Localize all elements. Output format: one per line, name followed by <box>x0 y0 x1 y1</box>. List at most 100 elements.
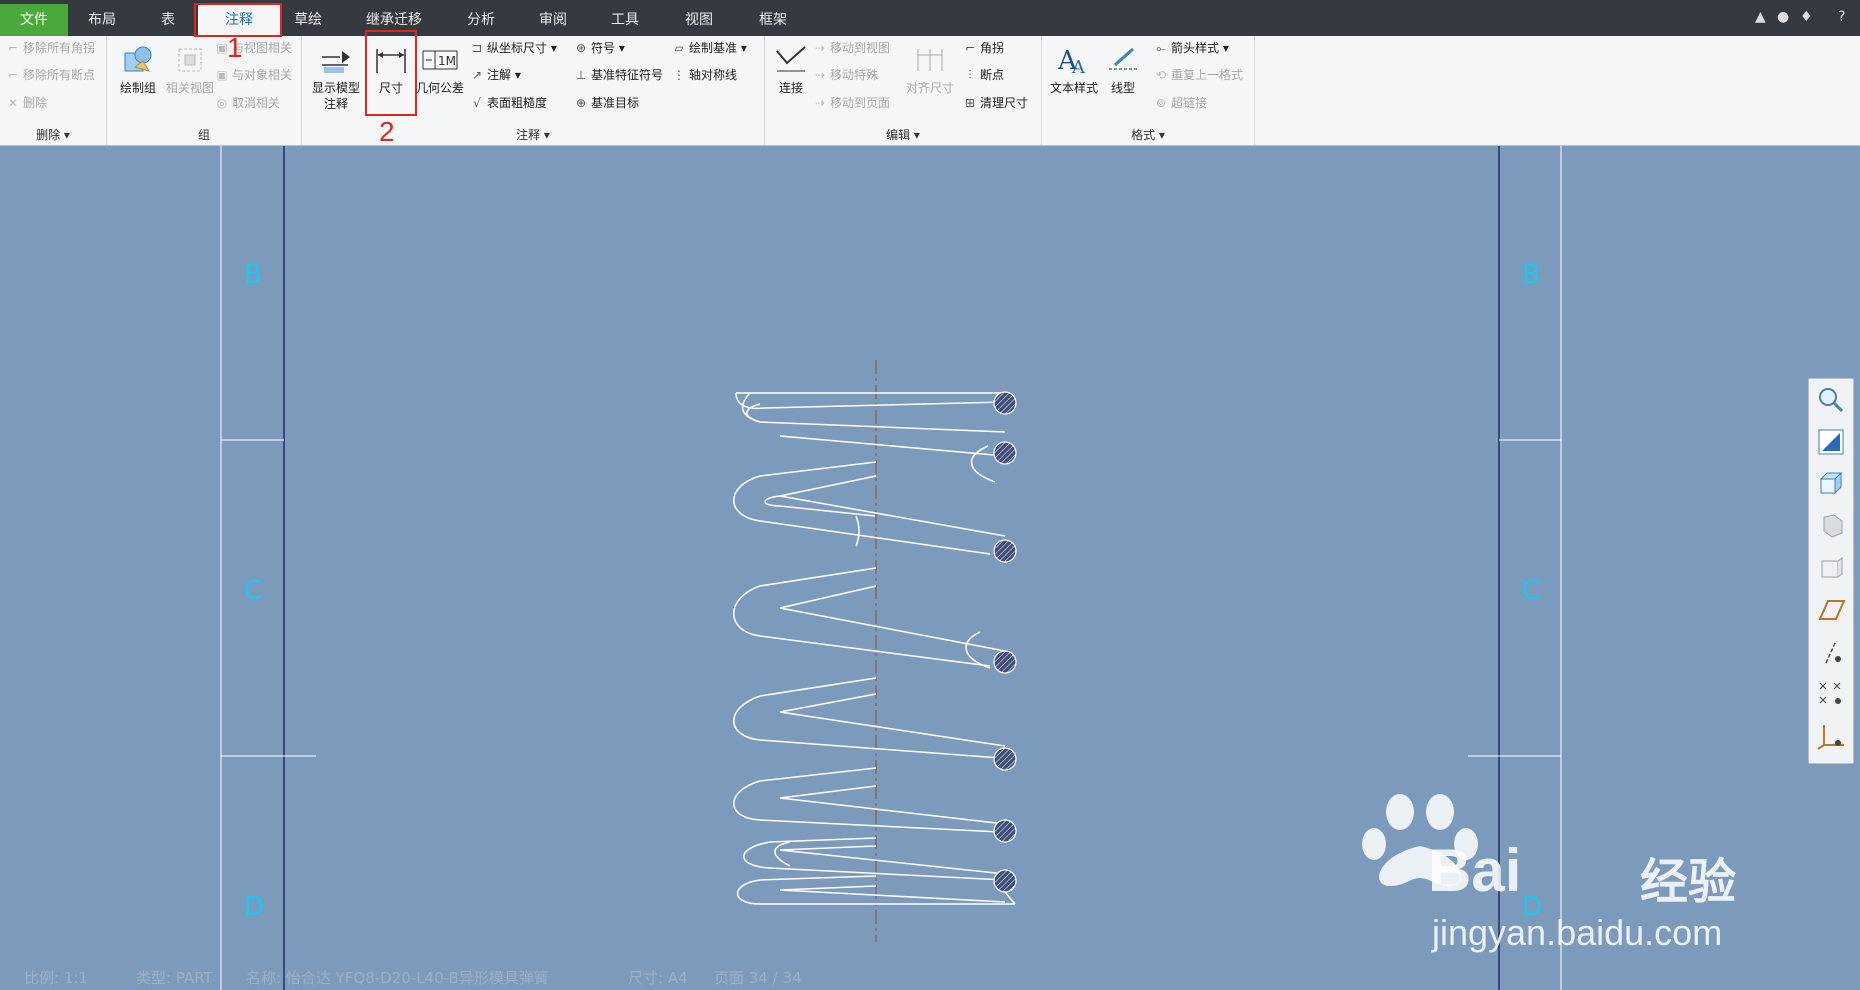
zoom-icon[interactable] <box>1809 379 1853 421</box>
symbol-icon: ⊛ <box>575 41 587 55</box>
group-label-group: 组 <box>197 128 210 142</box>
datum-feature-icon: ⊥ <box>575 68 587 82</box>
group-format: AA 文本样式 线型 ⟜ 箭头样式 ▾ ⟲ 重复上一格式 ⊚ 超链接 格式 ▾ <box>1042 36 1255 145</box>
graphics-toolbar <box>1808 378 1854 764</box>
datum-plane-display-icon[interactable] <box>1809 589 1853 631</box>
tab-review[interactable]: 审阅 <box>522 6 584 34</box>
connect-icon <box>767 40 815 80</box>
group-label-format[interactable]: 格式 ▾ <box>1042 126 1254 143</box>
refit-icon[interactable] <box>1809 463 1853 505</box>
repeat-last-format-button[interactable]: ⟲ 重复上一格式 <box>1154 64 1243 86</box>
note-icon: ↗ <box>471 68 483 82</box>
text-style-button[interactable]: AA 文本样式 <box>1046 40 1102 96</box>
highlight-dimension-button <box>365 30 417 116</box>
tab-analysis[interactable]: 分析 <box>450 6 512 34</box>
zoom-window-icon[interactable] <box>1809 421 1853 463</box>
jog-button[interactable]: ⌐ 角拐 <box>963 37 1004 59</box>
draw-datum-button[interactable]: ▱ 绘制基准 ▾ <box>672 37 746 59</box>
csys-display-icon[interactable] <box>1809 715 1853 757</box>
move-special-button[interactable]: ⇢ 移动特殊 <box>813 64 878 86</box>
baidu-jingyan-text: 经验 <box>1640 856 1737 909</box>
baidu-brand-text: Bai <box>1428 837 1522 904</box>
point-display-icon[interactable] <box>1809 673 1853 715</box>
status-page: 页面 34 / 34 <box>714 969 802 987</box>
help-icon[interactable]: ? <box>1838 9 1845 25</box>
draw-group-button[interactable]: 绘制组 <box>111 40 165 96</box>
draw-datum-icon: ▱ <box>674 41 684 55</box>
tab-tools[interactable]: 工具 <box>594 6 656 34</box>
display-style-icon[interactable] <box>1809 505 1853 547</box>
move-to-view-icon: ⇢ <box>814 41 826 55</box>
cleanup-dimensions-button[interactable]: ⊞ 清理尺寸 <box>963 92 1028 114</box>
customize-icon[interactable]: ♦ <box>1800 9 1813 25</box>
line-style-button[interactable]: 线型 <box>1102 40 1144 96</box>
tab-file[interactable]: 文件 <box>0 4 68 36</box>
ordinate-dimension-button[interactable]: ⊐ 纵坐标尺寸 ▾ <box>470 37 557 59</box>
cleanup-icon: ⊞ <box>964 96 976 110</box>
connect-button[interactable]: 连接 <box>767 40 815 96</box>
jog-icon: ⌐ <box>964 41 976 55</box>
hyperlink-button[interactable]: ⊚ 超链接 <box>1154 92 1207 114</box>
datum-axis-display-icon[interactable] <box>1809 631 1853 673</box>
remove-all-jogs-button[interactable]: ⌐ 移除所有角拐 <box>6 37 95 59</box>
show-model-annotations-button[interactable]: 显示模型 注释 <box>306 40 366 112</box>
svg-text:1M: 1M <box>438 54 456 68</box>
move-to-sheet-button[interactable]: ⇢ 移动到页面 <box>813 92 890 114</box>
symmetry-line-icon: ⋮ <box>673 68 685 82</box>
datum-target-button[interactable]: ⊕ 基准目标 <box>574 92 639 114</box>
draw-group-icon <box>111 40 165 80</box>
datum-target-icon: ⊕ <box>575 96 587 110</box>
zone-marker-left-c: C <box>244 576 263 606</box>
tab-view[interactable]: 视图 <box>668 6 730 34</box>
zone-marker-left-d: D <box>244 892 265 922</box>
baidu-url-text: jingyan.baidu.com <box>1432 912 1723 953</box>
delete-button[interactable]: ✕ 删除 <box>6 92 47 114</box>
tab-layout[interactable]: 布局 <box>72 6 132 34</box>
relate-to-object-button[interactable]: ▣ 与对象相关 <box>215 64 292 86</box>
status-light-icon[interactable]: ● <box>1777 9 1789 25</box>
break-icon: ⫶ <box>968 68 972 82</box>
minimize-ribbon-icon[interactable]: ▲ <box>1755 9 1766 25</box>
delete-icon: ✕ <box>7 96 19 110</box>
align-dimensions-icon <box>903 40 957 80</box>
break-button[interactable]: ⫶ 断点 <box>963 64 1004 86</box>
line-style-icon <box>1102 40 1144 80</box>
datum-feature-symbol-button[interactable]: ⊥ 基准特征符号 <box>574 64 663 86</box>
tab-frame[interactable]: 框架 <box>742 6 804 34</box>
ribbon: ⌐ 移除所有角拐 ⌐ 移除所有断点 ✕ 删除 删除 ▾ 绘制组 相关视图 ▣ 与视图相关… <box>0 36 1860 146</box>
saved-orientations-icon[interactable] <box>1809 547 1853 589</box>
jog-icon: ⌐ <box>7 41 19 55</box>
status-type: 类型: PART <box>136 969 213 987</box>
group-edit: 连接 ⇢ 移动到视图 ⇢ 移动特殊 ⇢ 移动到页面 对齐尺寸 ⌐ 角拐 ⫶ 断点 ⊞ 清理尺… <box>765 36 1042 145</box>
group-label-delete[interactable]: 删除 ▾ <box>0 126 106 143</box>
arrow-style-button[interactable]: ⟜ 箭头样式 ▾ <box>1154 37 1229 59</box>
group-delete: ⌐ 移除所有角拐 ⌐ 移除所有断点 ✕ 删除 删除 ▾ <box>0 36 107 145</box>
tab-sketch[interactable]: 草绘 <box>282 6 334 34</box>
geometric-tolerance-button[interactable]: 1M 几何公差 <box>416 40 464 96</box>
tab-table[interactable]: 表 <box>140 6 196 34</box>
relate-object-icon: ▣ <box>216 68 228 82</box>
axis-symmetry-line-button[interactable]: ⋮ 轴对称线 <box>672 64 737 86</box>
step-2-label: 2 <box>379 116 395 147</box>
show-model-annotation-icon <box>306 40 366 80</box>
text-style-icon: AA <box>1046 40 1102 80</box>
remove-all-breaks-button[interactable]: ⌐ 移除所有断点 <box>6 64 95 86</box>
symbol-button[interactable]: ⊛ 符号 ▾ <box>574 37 625 59</box>
group-group: 绘制组 相关视图 ▣ 与视图相关 ▣ 与对象相关 ◎ 取消相关 组 <box>107 36 302 145</box>
group-label-annotation[interactable]: 注释 ▾ <box>302 126 764 143</box>
svg-text:A: A <box>1071 57 1086 77</box>
drawing-canvas[interactable]: B C D B C D <box>0 146 1860 990</box>
group-label-edit[interactable]: 编辑 ▾ <box>765 126 1041 143</box>
surface-finish-button[interactable]: √ 表面粗糙度 <box>470 92 547 114</box>
break-icon: ⌐ <box>7 68 19 82</box>
related-view-button[interactable]: 相关视图 <box>163 40 217 96</box>
align-dimensions-button[interactable]: 对齐尺寸 <box>903 40 957 96</box>
unrelate-icon: ◎ <box>216 96 228 110</box>
unrelate-button[interactable]: ◎ 取消相关 <box>215 92 280 114</box>
step-1-label: 1 <box>227 32 243 63</box>
note-button[interactable]: ↗ 注解 ▾ <box>470 64 521 86</box>
move-to-view-button[interactable]: ⇢ 移动到视图 <box>813 37 890 59</box>
geometric-tolerance-icon: 1M <box>416 40 464 80</box>
move-to-sheet-icon: ⇢ <box>814 96 826 110</box>
repeat-format-icon: ⟲ <box>1155 68 1167 82</box>
